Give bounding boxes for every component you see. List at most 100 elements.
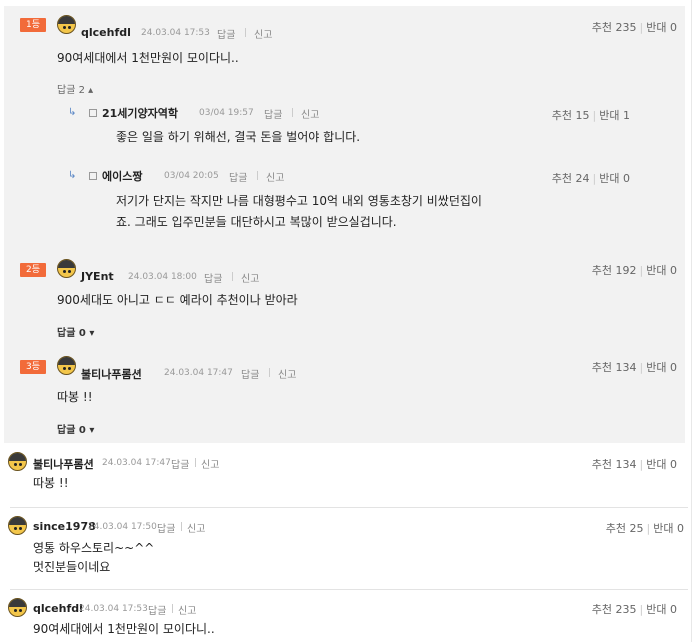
divider xyxy=(195,458,196,467)
avatar[interactable] xyxy=(57,356,76,375)
upvote-count: 15 xyxy=(575,109,590,122)
comment-text: 따봉 !! xyxy=(33,476,69,490)
comment-date: 24.03.04 17:47 xyxy=(164,368,233,378)
report-link[interactable]: 신고 xyxy=(301,106,319,121)
divider xyxy=(269,368,270,377)
downvote-button[interactable]: 반대 0 xyxy=(646,603,677,616)
reply-toggle[interactable]: 답글 2 ▴ xyxy=(57,81,93,96)
comment-date: 24.03.04 17:50 xyxy=(88,522,157,532)
reply-link[interactable]: 답글 xyxy=(148,602,166,617)
comment-separator xyxy=(10,589,688,590)
upvote-count: 134 xyxy=(615,361,637,374)
member-level-icon xyxy=(89,172,97,180)
nickname[interactable]: 21세기양자역학 xyxy=(102,105,178,121)
vote-counts: 추천 134 | 반대 0 xyxy=(591,361,677,374)
avatar[interactable] xyxy=(8,516,27,535)
nickname[interactable]: qlcehfdl xyxy=(81,26,131,39)
reply-date: 03/04 19:57 xyxy=(199,108,254,118)
upvote-button[interactable]: 추천 235 xyxy=(592,603,637,616)
divider xyxy=(257,171,258,180)
reply-link[interactable]: 답글 xyxy=(157,520,175,535)
avatar[interactable] xyxy=(57,15,76,34)
reply-text-line: 죠. 그래도 입주민분들 대단하시고 복많이 받으실겁니다. xyxy=(116,215,397,229)
comment-text-line: 영통 하우스토리~~^^ xyxy=(33,541,155,555)
downvote-count: 0 xyxy=(670,458,677,471)
downvote-button[interactable]: 반대 0 xyxy=(653,522,684,535)
report-link[interactable]: 신고 xyxy=(187,520,205,535)
comment-date: 24.03.04 18:00 xyxy=(128,272,197,282)
report-link[interactable]: 신고 xyxy=(254,26,272,41)
reply-arrow-icon: ↳ xyxy=(68,107,77,118)
downvote-button[interactable]: 반대 1 xyxy=(599,109,630,122)
downvote-count: 0 xyxy=(677,522,684,535)
reply-link[interactable]: 답글 xyxy=(171,456,189,471)
reply-text: 좋은 일을 하기 위해선, 결국 돈을 벌어야 합니다. xyxy=(116,130,361,144)
upvote-button[interactable]: 추천 25 xyxy=(606,522,644,535)
comment-text: 90여세대에서 1천만원이 모이다니.. xyxy=(57,51,239,65)
report-link[interactable]: 신고 xyxy=(178,602,196,617)
reply-link[interactable]: 답글 xyxy=(217,26,235,41)
rank-badge: 2등 xyxy=(20,263,46,277)
nickname[interactable]: 불티나푸롬션 xyxy=(81,366,142,382)
nickname[interactable]: 에이스짱 xyxy=(102,168,142,184)
upvote-button[interactable]: 추천 15 xyxy=(552,109,590,122)
reply-toggle[interactable]: 답글 0 ▾ xyxy=(57,421,94,436)
member-level-icon xyxy=(89,109,97,117)
report-link[interactable]: 신고 xyxy=(201,456,219,471)
upvote-count: 235 xyxy=(615,603,637,616)
upvote-button[interactable]: 추천 134 xyxy=(592,361,637,374)
divider xyxy=(181,522,182,531)
upvote-button[interactable]: 추천 235 xyxy=(592,21,637,34)
report-link[interactable]: 신고 xyxy=(241,270,259,285)
reply-link[interactable]: 답글 xyxy=(241,366,259,381)
downvote-count: 0 xyxy=(670,21,677,34)
downvote-button[interactable]: 반대 0 xyxy=(646,264,677,277)
report-link[interactable]: 신고 xyxy=(278,366,296,381)
upvote-count: 235 xyxy=(615,21,637,34)
divider xyxy=(172,604,173,613)
divider xyxy=(292,108,293,117)
rank-badge: 3등 xyxy=(20,360,46,374)
vote-counts: 추천 134 | 반대 0 xyxy=(591,458,677,471)
reply-toggle[interactable]: 답글 0 ▾ xyxy=(57,324,94,339)
upvote-button[interactable]: 추천 192 xyxy=(592,264,637,277)
upvote-count: 24 xyxy=(575,172,590,185)
report-link[interactable]: 신고 xyxy=(266,169,284,184)
reply-link[interactable]: 답글 xyxy=(204,270,222,285)
vote-counts: 추천 192 | 반대 0 xyxy=(591,264,677,277)
reply-link[interactable]: 답글 xyxy=(264,106,282,121)
nickname[interactable]: since1978 xyxy=(33,520,96,533)
comment-date: 24.03.04 17:53 xyxy=(141,28,210,38)
downvote-button[interactable]: 반대 0 xyxy=(646,361,677,374)
comment-text-line: 멋진분들이네요 xyxy=(33,560,111,574)
nickname[interactable]: JYEnt xyxy=(81,270,114,283)
reply-date: 03/04 20:05 xyxy=(164,171,219,181)
reply-link[interactable]: 답글 xyxy=(229,169,247,184)
upvote-button[interactable]: 추천 24 xyxy=(552,172,590,185)
downvote-button[interactable]: 반대 0 xyxy=(646,21,677,34)
comment-text: 90여세대에서 1천만원이 모이다니.. xyxy=(33,622,215,636)
downvote-count: 0 xyxy=(670,603,677,616)
divider xyxy=(232,272,233,281)
downvote-count: 0 xyxy=(670,264,677,277)
reply-text-line: 저기가 단지는 작지만 나름 대형평수고 10억 내외 영통초창기 비쌌던집이 xyxy=(116,194,482,208)
avatar[interactable] xyxy=(8,452,27,471)
upvote-count: 134 xyxy=(615,458,637,471)
nickname[interactable]: 불티나푸롬션 xyxy=(33,456,94,472)
avatar[interactable] xyxy=(8,598,27,617)
vote-counts: 추천 15 | 반대 1 xyxy=(551,109,630,122)
upvote-button[interactable]: 추천 134 xyxy=(592,458,637,471)
divider xyxy=(245,28,246,37)
downvote-count: 1 xyxy=(623,109,630,122)
downvote-button[interactable]: 반대 0 xyxy=(646,458,677,471)
comment-text: 900세대도 아니고 ㄷㄷ 예라이 추천이나 받아라 xyxy=(57,293,298,307)
nickname[interactable]: qlcehfdl xyxy=(33,602,83,615)
vote-counts: 추천 24 | 반대 0 xyxy=(551,172,630,185)
downvote-button[interactable]: 반대 0 xyxy=(599,172,630,185)
downvote-count: 0 xyxy=(670,361,677,374)
avatar[interactable] xyxy=(57,259,76,278)
upvote-count: 192 xyxy=(615,264,637,277)
reply-arrow-icon: ↳ xyxy=(68,170,77,181)
downvote-count: 0 xyxy=(623,172,630,185)
comment-date: 24.03.04 17:53 xyxy=(79,604,148,614)
